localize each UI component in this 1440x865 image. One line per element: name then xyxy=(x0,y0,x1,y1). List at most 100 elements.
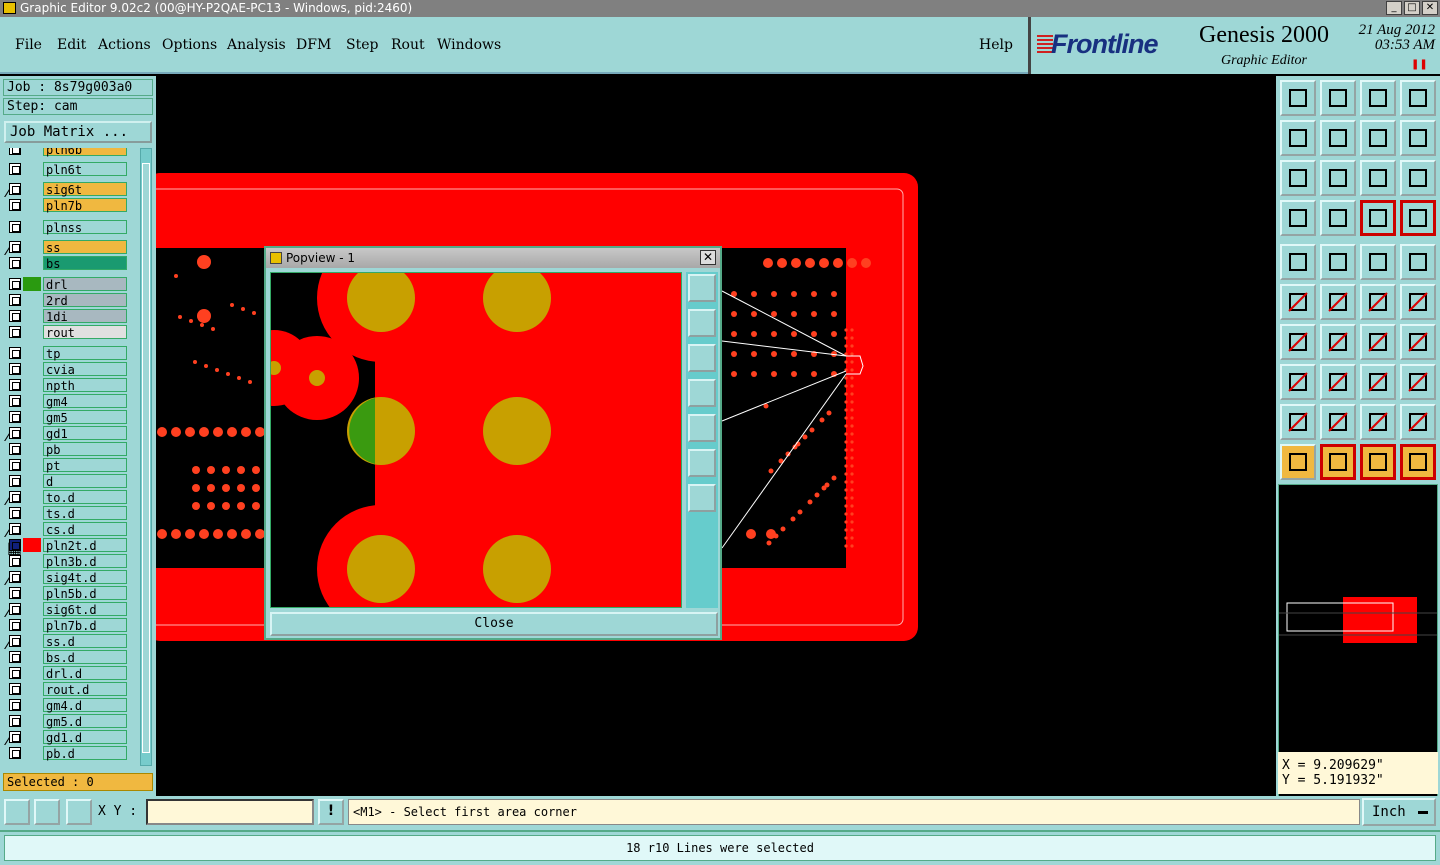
layer-color-swatch[interactable] xyxy=(23,746,41,760)
menu-windows[interactable]: Windows xyxy=(437,37,501,53)
ruler-icon[interactable] xyxy=(1360,244,1396,280)
layer-name[interactable]: pln2t.d xyxy=(43,538,127,553)
popview-canvas[interactable] xyxy=(270,272,682,608)
layer-checkbox[interactable] xyxy=(9,507,21,519)
popview-pan-left-icon[interactable] xyxy=(688,379,716,407)
help-icon[interactable] xyxy=(1400,160,1436,196)
layer-row[interactable]: to.d⁄ xyxy=(7,490,127,509)
window-icon[interactable] xyxy=(1400,80,1436,116)
layer-checkbox[interactable] xyxy=(9,199,21,211)
layer-row[interactable]: pln7b xyxy=(7,198,127,213)
layer-color-swatch[interactable] xyxy=(23,506,41,520)
layer-color-swatch[interactable] xyxy=(23,538,41,552)
pause-icon[interactable]: ❚❚ xyxy=(1411,59,1428,70)
job-matrix-button[interactable]: Job Matrix ... xyxy=(4,121,152,143)
layer-checkbox[interactable] xyxy=(9,603,21,615)
layer-name[interactable]: rout xyxy=(43,325,127,340)
pan-left-icon[interactable] xyxy=(1280,120,1316,156)
layer-color-swatch[interactable] xyxy=(23,634,41,648)
close-button[interactable]: ✕ xyxy=(1422,1,1438,15)
layer-checkbox[interactable] xyxy=(9,587,21,599)
layer-name[interactable]: gm4 xyxy=(43,394,127,409)
popview-titlebar[interactable]: Popview - 1 ✕ xyxy=(266,248,720,268)
menu-edit[interactable]: Edit xyxy=(57,37,86,53)
layer-row[interactable]: plnss xyxy=(7,220,127,235)
delete-point-icon[interactable] xyxy=(1320,284,1356,320)
triangle-edit-icon[interactable] xyxy=(1320,404,1356,440)
layer-name[interactable]: tp xyxy=(43,346,127,361)
net-highlight-icon[interactable] xyxy=(1400,200,1436,236)
menu-analysis[interactable]: Analysis xyxy=(227,37,286,53)
layer-color-swatch[interactable] xyxy=(23,362,41,376)
layer-color-swatch[interactable] xyxy=(23,730,41,744)
grid-icon[interactable] xyxy=(66,799,92,825)
layer-color-swatch[interactable] xyxy=(23,256,41,270)
layer-row[interactable]: tp xyxy=(7,346,127,361)
redraw-icon[interactable] xyxy=(1400,120,1436,156)
group-icon[interactable] xyxy=(1400,364,1436,400)
popview-fit-icon[interactable] xyxy=(688,449,716,477)
layer-color-swatch[interactable] xyxy=(23,490,41,504)
layer-row[interactable]: 2rd xyxy=(7,293,127,308)
layer-name[interactable]: gm4.d xyxy=(43,698,127,713)
layer-color-swatch[interactable] xyxy=(23,293,41,307)
layer-row[interactable]: pb.d xyxy=(7,746,127,761)
layer-color-swatch[interactable] xyxy=(23,714,41,728)
select-net-icon[interactable] xyxy=(1400,444,1436,480)
layer-checkbox[interactable] xyxy=(9,555,21,567)
layer-color-swatch[interactable] xyxy=(23,586,41,600)
layer-row[interactable]: pln5b.d xyxy=(7,586,127,601)
one-to-one-icon[interactable] xyxy=(1360,160,1396,196)
layer-checkbox[interactable] xyxy=(9,379,21,391)
layer-row[interactable]: sig4t.d⁄ xyxy=(7,570,127,589)
layer-checkbox[interactable] xyxy=(9,571,21,583)
layer-name[interactable]: bs.d xyxy=(43,650,127,665)
layer-row[interactable]: pln7b.d xyxy=(7,618,127,633)
layer-name[interactable]: plnss xyxy=(43,220,127,235)
tools-icon[interactable] xyxy=(1280,200,1316,236)
layer-checkbox[interactable] xyxy=(9,148,21,155)
popview-pan-up-icon[interactable] xyxy=(688,309,716,337)
layer-row[interactable]: pln6t xyxy=(7,162,127,177)
layer-color-swatch[interactable] xyxy=(23,220,41,234)
measure-line-icon[interactable] xyxy=(1320,244,1356,280)
home-icon[interactable] xyxy=(1360,80,1396,116)
layer-row[interactable]: bs.d xyxy=(7,650,127,665)
layer-color-swatch[interactable] xyxy=(23,442,41,456)
xy-input[interactable] xyxy=(146,799,314,825)
split-icon[interactable] xyxy=(1400,324,1436,360)
layer-checkbox[interactable] xyxy=(9,683,21,695)
layer-checkbox[interactable] xyxy=(9,278,21,290)
layer-checkbox[interactable] xyxy=(9,731,21,743)
minimize-button[interactable]: _ xyxy=(1386,1,1402,15)
layer-checkbox[interactable] xyxy=(9,651,21,663)
layer-row[interactable]: gd1⁄ xyxy=(7,426,127,445)
net-select-icon[interactable] xyxy=(1360,200,1396,236)
arc-icon[interactable] xyxy=(1360,324,1396,360)
layer-checkbox[interactable] xyxy=(9,294,21,306)
layer-checkbox[interactable] xyxy=(9,715,21,727)
layer-checkbox[interactable] xyxy=(9,363,21,375)
layer-color-swatch[interactable] xyxy=(23,666,41,680)
menu-help[interactable]: Help xyxy=(979,37,1013,53)
layer-checkbox[interactable] xyxy=(9,310,21,322)
layer-checkbox[interactable] xyxy=(9,257,21,269)
layer-name[interactable]: ts.d xyxy=(43,506,127,521)
triangle-fill-icon[interactable] xyxy=(1360,404,1396,440)
layer-checkbox[interactable] xyxy=(9,747,21,759)
layer-row[interactable]: cvia xyxy=(7,362,127,377)
layer-color-swatch[interactable] xyxy=(23,522,41,536)
layer-checkbox[interactable] xyxy=(9,395,21,407)
layer-row[interactable]: sig6t⁄ xyxy=(7,182,127,201)
layer-row[interactable]: gd1.d⁄ xyxy=(7,730,127,749)
layer-row[interactable]: cs.d⁄ xyxy=(7,522,127,541)
layer-checkbox[interactable] xyxy=(9,539,21,551)
menu-dfm[interactable]: DFM xyxy=(296,37,331,53)
layer-checkbox[interactable] xyxy=(9,241,21,253)
layer-row[interactable]: npth xyxy=(7,378,127,393)
open-job-icon[interactable] xyxy=(1280,80,1316,116)
layer-checkbox[interactable] xyxy=(9,523,21,535)
snap-icon[interactable] xyxy=(4,799,30,825)
triangle-cut-icon[interactable] xyxy=(1400,404,1436,440)
layer-row[interactable]: gm5 xyxy=(7,410,127,425)
